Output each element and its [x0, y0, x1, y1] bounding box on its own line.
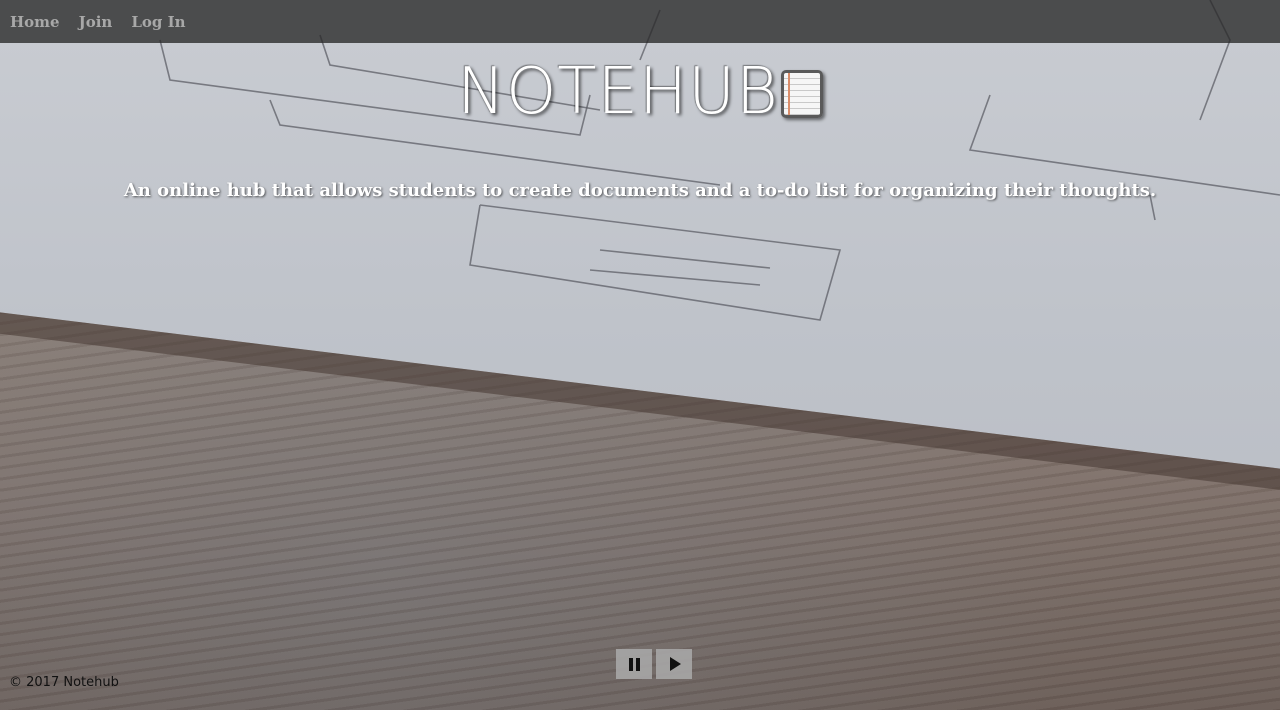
notebook-icon	[780, 70, 823, 118]
pause-icon	[628, 657, 640, 671]
hero-tagline: An online hub that allows students to cr…	[123, 180, 1157, 201]
nav-join-link[interactable]: Join	[79, 13, 113, 31]
footer-copyright: © 2017 Notehub	[9, 675, 119, 690]
brand-title: NOTEHUB	[457, 55, 779, 129]
brand-logo: NOTEHUB	[0, 60, 1280, 124]
nav-login-link[interactable]: Log In	[131, 13, 185, 31]
nav-home-link[interactable]: Home	[10, 13, 60, 31]
top-navbar: Home Join Log In	[0, 0, 1280, 43]
video-controls	[616, 649, 692, 679]
play-button[interactable]	[656, 649, 692, 679]
play-icon	[670, 657, 681, 671]
pause-button[interactable]	[616, 649, 652, 679]
